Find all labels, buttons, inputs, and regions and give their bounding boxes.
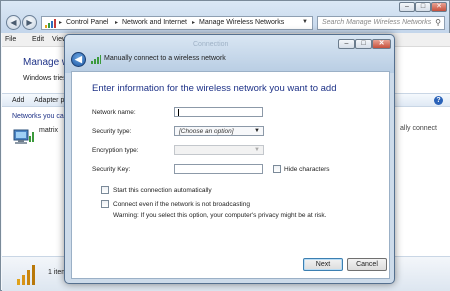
minimize-button[interactable]: – [399, 2, 415, 12]
dialog-heading: Enter information for the wireless netwo… [92, 83, 337, 94]
network-name-input[interactable] [174, 107, 263, 117]
start-automatically-checkbox[interactable] [101, 186, 109, 194]
connect-not-broadcasting-label: Connect even if the network is not broad… [113, 201, 250, 208]
breadcrumb-control-panel[interactable]: Control Panel [66, 19, 108, 26]
dialog-body: Enter information for the wireless netwo… [71, 71, 390, 279]
ghost-window-title: Connection [193, 41, 229, 48]
add-button[interactable]: Add [12, 97, 24, 104]
window-titlebar: – □ ✕ ◀ ▶ ▸ Control Panel ▸ Network and … [1, 1, 449, 33]
minimize-icon: – [344, 40, 349, 47]
encryption-type-select[interactable]: ▼ [174, 145, 264, 155]
forward-button[interactable]: ▶ [22, 15, 37, 30]
security-type-label: Security type: [92, 128, 132, 135]
security-type-value: [Choose an option] [179, 128, 234, 135]
help-icon[interactable]: ? [434, 96, 443, 105]
maximize-icon: □ [361, 40, 366, 47]
menu-file[interactable]: File [5, 36, 16, 43]
dropdown-arrow-icon: ▼ [254, 147, 260, 153]
security-key-label: Security Key: [92, 166, 131, 173]
dialog-titlebar: Connection – □ ✕ ◀ Manually connect to a… [65, 35, 394, 73]
dropdown-arrow-icon: ▼ [254, 128, 260, 134]
encryption-type-label: Encryption type: [92, 147, 139, 154]
back-arrow-icon: ◀ [75, 54, 82, 64]
back-arrow-icon: ◀ [10, 18, 17, 27]
network-list-item[interactable]: matrix [39, 127, 58, 134]
breadcrumb-separator: ▸ [115, 20, 119, 26]
close-button[interactable]: ✕ [431, 2, 447, 12]
wireless-signal-icon [17, 265, 35, 285]
dialog-close-button[interactable]: ✕ [372, 39, 391, 49]
connect-not-broadcasting-checkbox[interactable] [101, 200, 109, 208]
back-button[interactable]: ◀ [6, 15, 21, 30]
wireless-signal-icon [91, 55, 101, 64]
privacy-warning-text: Warning: If you select this option, your… [113, 212, 327, 219]
menu-edit[interactable]: Edit [32, 36, 44, 43]
chevron-down-icon: ▼ [302, 19, 308, 25]
search-placeholder: Search Manage Wireless Networks [322, 19, 432, 26]
hide-characters-label: Hide characters [284, 166, 330, 173]
address-dropdown-button[interactable]: ▼ [298, 16, 312, 30]
cancel-button[interactable]: Cancel [347, 258, 387, 271]
breadcrumb-separator: ▸ [59, 20, 63, 26]
security-type-select[interactable]: [Choose an option] ▼ [174, 126, 264, 136]
forward-arrow-icon: ▶ [26, 18, 33, 27]
address-bar[interactable]: ▸ Control Panel ▸ Network and Internet ▸… [41, 16, 313, 30]
breadcrumb-network-and-internet[interactable]: Network and Internet [122, 19, 187, 26]
dialog-title: Manually connect to a wireless network [104, 55, 226, 62]
dialog-minimize-button[interactable]: – [338, 39, 355, 49]
next-button[interactable]: Next [303, 258, 343, 271]
hide-characters-checkbox[interactable] [273, 165, 281, 173]
manual-connect-text: ally connect [400, 125, 437, 132]
manual-connect-dialog: Connection – □ ✕ ◀ Manually connect to a… [64, 34, 395, 284]
close-icon: ✕ [378, 40, 385, 47]
minimize-icon: – [405, 3, 409, 10]
security-key-input[interactable] [174, 164, 263, 174]
dialog-maximize-button[interactable]: □ [355, 39, 372, 49]
search-icon: ⚲ [435, 18, 441, 27]
search-input[interactable]: Search Manage Wireless Networks ⚲ [317, 16, 445, 30]
dialog-footer: Next Cancel [65, 250, 394, 284]
maximize-button[interactable]: □ [415, 2, 431, 12]
network-name-label: Network name: [92, 109, 136, 116]
breadcrumb-separator: ▸ [192, 20, 196, 26]
maximize-icon: □ [420, 3, 426, 10]
control-panel-icon [45, 19, 56, 28]
breadcrumb-manage-wireless-networks[interactable]: Manage Wireless Networks [199, 19, 284, 26]
start-automatically-label: Start this connection automatically [113, 187, 212, 194]
network-computer-icon [13, 129, 34, 144]
close-icon: ✕ [436, 3, 442, 10]
dialog-back-button[interactable]: ◀ [71, 52, 86, 67]
